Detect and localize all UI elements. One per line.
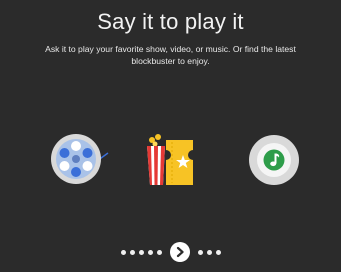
page-dot[interactable] [156,249,162,255]
chevron-right-icon [176,246,184,258]
next-button[interactable] [169,242,190,262]
page-dot[interactable] [129,249,135,255]
music-note-icon [248,134,300,186]
page-dot[interactable] [147,249,153,255]
page-dot[interactable] [206,249,212,255]
film-reel-icon [50,133,110,185]
popcorn-ticket-icon [145,132,199,186]
page-dot[interactable] [197,249,203,255]
page-dot[interactable] [215,249,221,255]
page-subtitle: Ask it to play your favorite show, video… [45,44,296,66]
onboarding-screen: Say it to play it Ask it to play your fa… [0,0,341,272]
page-dot[interactable] [138,249,144,255]
page-title: Say it to play it [97,9,244,34]
page-indicator [0,241,341,263]
page-dot[interactable] [120,249,126,255]
